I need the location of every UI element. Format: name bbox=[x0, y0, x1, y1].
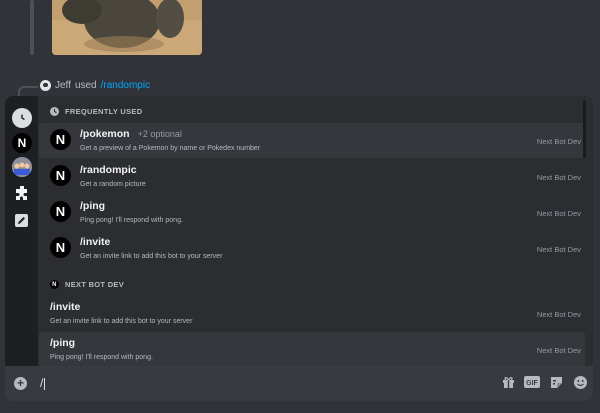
command-name: /randompic bbox=[80, 164, 137, 176]
used-label: used bbox=[74, 80, 97, 91]
command-description: Get a preview of a Pokemon by name or Po… bbox=[80, 145, 261, 152]
bot-name: Next Bot Dev bbox=[536, 209, 581, 218]
command-row-pokemon[interactable]: N /pokemon +2 optional Get a preview of a… bbox=[39, 123, 585, 158]
username[interactable]: Jeff bbox=[55, 80, 71, 91]
bot-avatar: N bbox=[50, 237, 71, 258]
section-title: FREQUENTLY USED bbox=[65, 107, 143, 116]
bot-avatar: N bbox=[50, 165, 71, 186]
text-cursor bbox=[44, 377, 46, 390]
puzzle-icon[interactable] bbox=[12, 183, 32, 203]
clock-icon[interactable] bbox=[12, 108, 32, 128]
message-accent-bar bbox=[30, 0, 34, 55]
message-input[interactable]: / bbox=[40, 376, 46, 390]
section-title: NEXT BOT DEV bbox=[65, 280, 125, 289]
bot-avatar: N bbox=[50, 201, 71, 222]
next-logo-icon[interactable]: N bbox=[12, 133, 32, 153]
command-description: Ping pong! I'll respond with pong. bbox=[80, 217, 183, 224]
attachment-photo bbox=[52, 0, 202, 55]
user-avatar-icon[interactable] bbox=[40, 80, 51, 91]
bot-avatar: N bbox=[50, 129, 71, 150]
message-image-attachment[interactable] bbox=[52, 0, 202, 55]
input-value: / bbox=[40, 376, 44, 390]
bot-name: Next Bot Dev bbox=[536, 137, 581, 146]
gif-icon[interactable]: GIF bbox=[524, 375, 540, 389]
svg-text:GIF: GIF bbox=[526, 380, 538, 387]
clock-icon bbox=[50, 107, 59, 116]
command-autocomplete-popup: N FREQUENTLY USED N /pokemon +2 optional … bbox=[5, 96, 593, 366]
popup-scrollbar[interactable] bbox=[583, 100, 586, 158]
server-avatar-icon[interactable] bbox=[12, 157, 32, 177]
sticker-icon[interactable] bbox=[549, 375, 563, 389]
plus-circle-icon[interactable]: + bbox=[14, 377, 27, 390]
command-row-invite-bot[interactable]: /invite Get an invite link to add this b… bbox=[39, 296, 585, 331]
command-name: /invite bbox=[50, 301, 81, 313]
bot-name: Next Bot Dev bbox=[536, 310, 581, 319]
command-name: /invite bbox=[80, 236, 111, 248]
command-row-randompic[interactable]: N /randompic Get a random picture Next B… bbox=[39, 159, 585, 194]
command-row-ping-bot[interactable]: /ping Ping pong! I'll respond with pong.… bbox=[39, 332, 585, 366]
command-name: /pokemon bbox=[80, 128, 130, 140]
app-category-rail: N bbox=[5, 96, 38, 366]
gift-icon[interactable] bbox=[501, 375, 515, 389]
next-logo-icon: N bbox=[50, 280, 59, 289]
command-name: /ping bbox=[50, 337, 76, 349]
bot-name: Next Bot Dev bbox=[536, 245, 581, 254]
command-description: Get a random picture bbox=[80, 181, 146, 188]
command-row-ping[interactable]: N /ping Ping pong! I'll respond with pon… bbox=[39, 195, 585, 230]
command-usage-line: Jeff used /randompic bbox=[40, 80, 150, 91]
used-command-link[interactable]: /randompic bbox=[101, 80, 150, 91]
edit-icon[interactable] bbox=[15, 214, 28, 227]
bot-section-header: N NEXT BOT DEV bbox=[50, 280, 124, 289]
command-description: Get an invite link to add this bot to yo… bbox=[50, 318, 193, 325]
command-description: Get an invite link to add this bot to yo… bbox=[80, 253, 223, 260]
frequent-section-header: FREQUENTLY USED bbox=[50, 107, 142, 116]
emoji-icon[interactable] bbox=[573, 375, 587, 389]
command-name: /ping bbox=[80, 200, 106, 212]
bot-name: Next Bot Dev bbox=[536, 346, 581, 355]
optional-count: +2 optional bbox=[137, 129, 182, 139]
command-row-invite[interactable]: N /invite Get an invite link to add this… bbox=[39, 231, 585, 266]
bot-name: Next Bot Dev bbox=[536, 173, 581, 182]
command-description: Ping pong! I'll respond with pong. bbox=[50, 354, 153, 361]
